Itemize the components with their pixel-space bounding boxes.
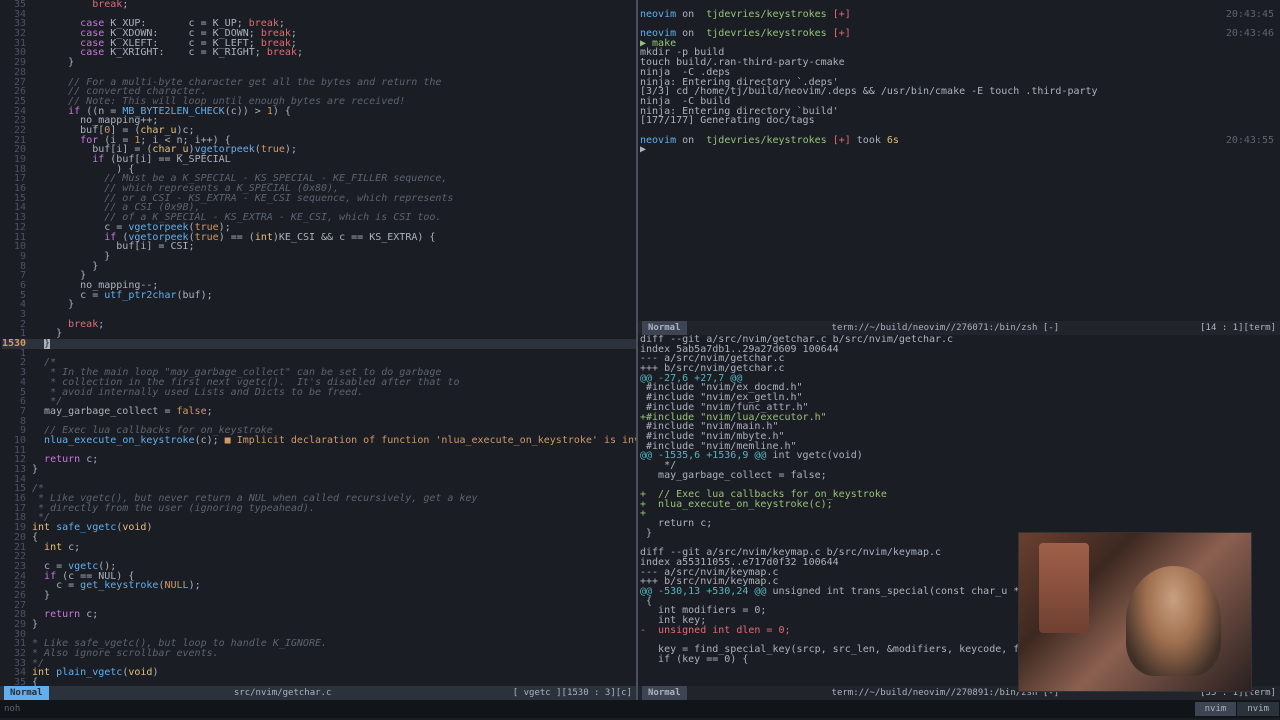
terminal-line: neovim on tjdevries/keystrokes [+] took … [638,136,1280,146]
line-number: 10 [2,242,32,252]
code-line[interactable]: 35 break; [2,0,636,10]
code-line[interactable]: 5 * avoid internally used Lists and Dict… [2,388,636,398]
code-area[interactable]: 35 break;3433 case K_XUP: c = K_UP; brea… [0,0,636,686]
terminal-line: ▶ [638,145,1280,155]
line-number: 5 [2,388,32,398]
code-line[interactable]: 19int safe_vgetc(void) [2,523,636,533]
terminal-line: neovim on tjdevries/keystrokes [+]20:43:… [638,10,1280,20]
diff-line: @@ -1535,6 +1536,9 @@ int vgetc(void) [638,451,1280,461]
line-number: 7 [2,271,32,281]
command-line[interactable]: noh [0,704,20,714]
terminal-line: [3/3] cd /home/tj/build/neovim/.deps && … [638,87,1280,97]
line-number: 6 [2,281,32,291]
code-line[interactable]: 4 } [2,300,636,310]
timestamp: 20:43:55 [1226,136,1274,146]
code-line[interactable]: 7 may_garbage_collect = false; [2,407,636,417]
code-line[interactable]: 1 } [2,329,636,339]
timestamp: 20:43:46 [1226,29,1274,39]
mode-indicator: Normal [4,686,49,700]
line-number: 2 [2,358,32,368]
line-number: 8 [2,417,32,427]
line-number: 4 [2,378,32,388]
diff-line: + [638,509,1280,519]
tab-bar: noh nvimnvim [0,700,1280,718]
tab-nvim[interactable]: nvim [1237,702,1279,716]
tab-nvim[interactable]: nvim [1195,702,1237,716]
line-number: 5 [2,291,32,301]
webcam-overlay [1018,532,1252,692]
code-line[interactable]: 1530 } [2,339,636,349]
code-line[interactable]: 34int plain_vgetc(void) [2,668,636,678]
code-line[interactable]: 5 c = utf_ptr2char(buf); [2,291,636,301]
diff-line: return c; [638,519,1280,529]
line-number: 2 [2,320,32,330]
code-line[interactable]: 32* Also ignore scrollbar events. [2,649,636,659]
terminal-top-statusline: Normal term://~/build/neovim//276071:/bi… [638,321,1280,335]
code-line[interactable]: 14 [2,475,636,485]
terminal-build-pane[interactable]: neovim on tjdevries/keystrokes [+]20:43:… [638,0,1280,335]
code-line[interactable]: 29} [2,620,636,630]
line-number: 6 [2,397,32,407]
code-line[interactable]: 25 c = get_keystroke(NULL); [2,581,636,591]
code-line[interactable]: 17 * directly from the user (ignoring ty… [2,504,636,514]
code-line[interactable]: 28 return c; [2,610,636,620]
line-number: 1 [2,349,32,359]
code-line[interactable]: 21 int c; [2,543,636,553]
code-line[interactable]: 35{ [2,678,636,686]
editor-statusline: Normal src/nvim/getchar.c [ vgetc ] [153… [0,686,636,700]
terminal-line: touch build/.ran-third-party-cmake [638,58,1280,68]
editor-pane[interactable]: 35 break;3433 case K_XUP: c = K_UP; brea… [0,0,636,700]
code-line[interactable]: 13} [2,465,636,475]
line-number: 9 [2,252,32,262]
code-line[interactable]: 30 case K_XRIGHT: c = K_RIGHT; break; [2,48,636,58]
code-line[interactable]: 12 return c; [2,455,636,465]
line-number: 1530 [2,339,32,349]
diff-line: + nlua_execute_on_keystroke(c); [638,500,1280,510]
line-number: 3 [2,310,32,320]
code-line[interactable]: 1 [2,349,636,359]
line-number: 4 [2,300,32,310]
diff-line: may_garbage_collect = false; [638,471,1280,481]
line-number: 35 [2,678,32,686]
line-number: 3 [2,368,32,378]
terminal-line: ▶ make [638,39,1280,49]
file-name: src/nvim/getchar.c [53,686,513,700]
code-line[interactable]: 20{ [2,533,636,543]
code-line[interactable]: 26 } [2,591,636,601]
terminal-line: [177/177] Generating doc/tags [638,116,1280,126]
line-number: 7 [2,407,32,417]
cursor-position: [1530 : 3][c] [562,686,632,700]
code-line[interactable]: 2 break; [2,320,636,330]
function-scope: [ vgetc ] [513,686,562,700]
line-number: 8 [2,262,32,272]
code-line[interactable]: 29 } [2,58,636,68]
code-line[interactable]: 8 } [2,262,636,272]
terminal-line: neovim on tjdevries/keystrokes [+]20:43:… [638,29,1280,39]
code-line[interactable]: 10 nlua_execute_on_keystroke(c); ■ Impli… [2,436,636,446]
timestamp: 20:43:45 [1226,10,1274,20]
